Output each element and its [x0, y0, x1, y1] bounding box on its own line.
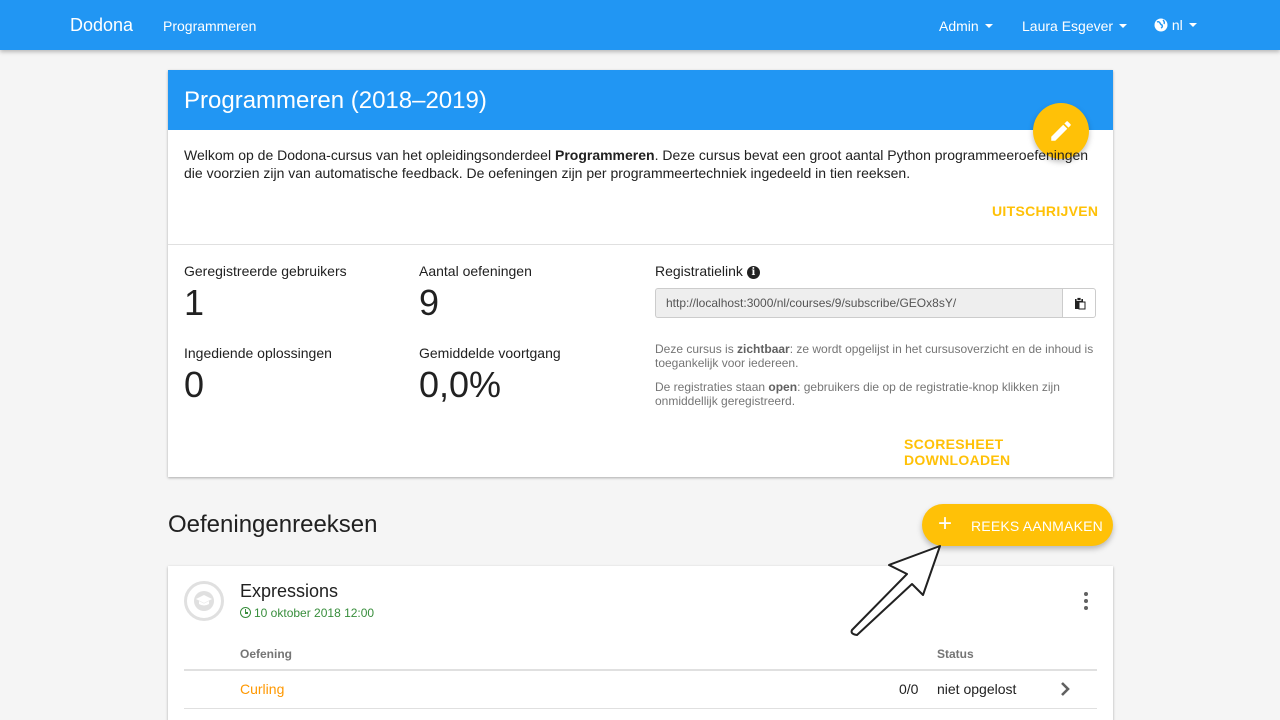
column-header-exercise: Oefening [240, 647, 293, 661]
column-header-status: Status [937, 647, 974, 661]
exercise-link[interactable]: Curling [240, 681, 284, 697]
visibility-text: Deze cursus is [655, 342, 738, 356]
exercise-score: 0/0 [899, 681, 919, 697]
globe-icon [1154, 18, 1168, 32]
admin-menu-label: Admin [939, 18, 979, 34]
course-title: Programmeren (2018–2019) [184, 87, 487, 114]
user-menu[interactable]: Laura Esgever [1022, 18, 1128, 34]
clipboard-icon [1075, 297, 1086, 310]
registration-text: De registraties staan [655, 380, 769, 394]
series-deadline-text: 10 oktober 2018 12:00 [254, 606, 375, 620]
visibility-status: zichtbaar [737, 342, 790, 356]
series-section-title: Oefeningenreeksen [168, 511, 378, 538]
series-status-badge [184, 581, 224, 621]
admin-menu[interactable]: Admin [939, 18, 993, 34]
language-menu-label: nl [1171, 17, 1183, 33]
stat-users-label: Geregistreerde gebruikers [184, 263, 347, 279]
course-description: Welkom op de Dodona-cursus van het oplei… [184, 146, 1099, 182]
user-menu-label: Laura Esgever [1022, 18, 1114, 34]
course-card-header: Programmeren (2018–2019) [168, 70, 1113, 130]
brand-logo[interactable]: Dodona [70, 15, 133, 36]
unsubscribe-button[interactable]: Uitschrijven [992, 203, 1098, 219]
divider [168, 244, 1113, 245]
table-row-divider [184, 708, 1097, 709]
mortarboard-icon [194, 591, 214, 611]
caret-down-icon [1119, 24, 1128, 29]
series-card: Expressions 10 oktober 2018 12:00 Oefeni… [168, 566, 1113, 720]
top-navbar: Dodona Programmeren Admin Laura Esgever … [0, 0, 1280, 50]
stat-users-value: 1 [184, 282, 205, 323]
registration-status: open [768, 380, 798, 394]
copy-link-button[interactable] [1062, 288, 1096, 318]
stat-submissions-label: Ingediende oplossingen [184, 345, 332, 361]
registration-help-text: De registraties staan open: gebruikers d… [655, 380, 1096, 408]
table-header-divider [184, 669, 1097, 671]
course-card: Programmeren (2018–2019) Welkom op de Do… [168, 70, 1113, 477]
more-vert-icon[interactable] [1081, 592, 1091, 610]
info-icon[interactable]: i [746, 266, 760, 279]
stat-progress-value: 0,0% [419, 364, 502, 405]
stat-exercises-label: Aantal oefeningen [419, 263, 532, 279]
clock-icon [240, 607, 251, 618]
caret-down-icon [984, 24, 993, 29]
registration-label-text: Registratielink [655, 263, 743, 279]
language-menu[interactable]: nl [1154, 17, 1197, 33]
stat-exercises-value: 9 [419, 282, 440, 323]
arrow-pointer-icon [850, 545, 941, 636]
nav-link-programmeren[interactable]: Programmeren [163, 18, 256, 34]
stat-submissions-value: 0 [184, 364, 205, 405]
stat-progress-label: Gemiddelde voortgang [419, 345, 561, 361]
exercise-status: niet opgelost [937, 681, 1017, 697]
registration-link-label: Registratielink i [655, 263, 760, 279]
visibility-help-text: Deze cursus is zichtbaar: ze wordt opgel… [655, 342, 1096, 370]
pencil-icon [1051, 121, 1071, 141]
description-text: Welkom op de Dodona-cursus van het oplei… [184, 147, 555, 163]
chevron-right-icon[interactable] [1060, 682, 1070, 696]
add-series-button[interactable]: + REEKS AANMAKEN [922, 504, 1113, 546]
download-scoresheet-button[interactable]: Scoresheet downloaden [904, 436, 1113, 468]
plus-icon: + [938, 510, 953, 537]
series-deadline: 10 oktober 2018 12:00 [240, 606, 374, 620]
caret-down-icon [1188, 23, 1197, 28]
description-course-name: Programmeren [554, 147, 655, 163]
add-series-label: REEKS AANMAKEN [971, 518, 1103, 534]
series-title[interactable]: Expressions [240, 581, 338, 602]
registration-link-field[interactable] [655, 288, 1063, 318]
